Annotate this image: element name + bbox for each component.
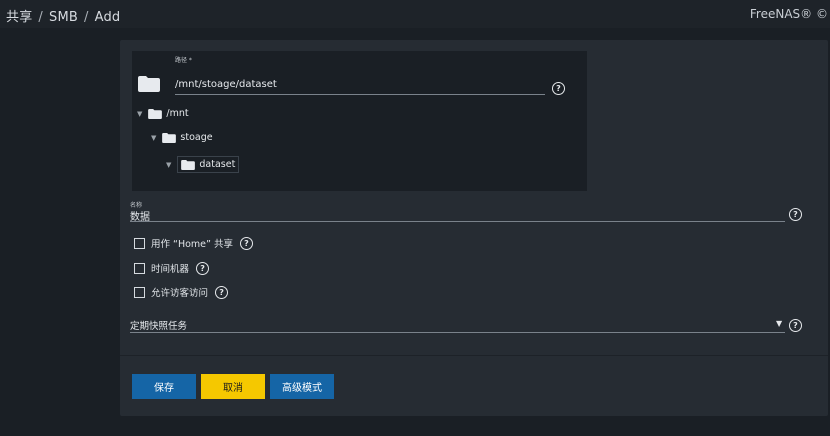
selected-node[interactable]: dataset xyxy=(177,156,240,173)
folder-icon xyxy=(181,159,196,170)
help-icon[interactable]: ? xyxy=(789,319,802,332)
breadcrumb-add: Add xyxy=(94,10,121,25)
breadcrumb-smb[interactable]: SMB xyxy=(49,10,78,25)
tree-node-stoage[interactable]: ▼ stoage xyxy=(151,132,213,143)
path-label: 路径 * xyxy=(175,57,192,64)
path-explorer: 路径 * /mnt/stoage/dataset ? ▼ /mnt ▼ stoa… xyxy=(132,51,587,191)
smb-form-card: 路径 * /mnt/stoage/dataset ? ▼ /mnt ▼ stoa… xyxy=(120,40,828,416)
advanced-mode-button[interactable]: 高级模式 xyxy=(270,374,334,399)
breadcrumb-separator: / xyxy=(84,10,89,25)
brand-label: FreeNAS® © xyxy=(749,7,828,21)
time-machine-option[interactable]: 时间机器 ? xyxy=(134,261,210,275)
time-machine-label[interactable]: 时间机器 xyxy=(151,261,189,275)
folder-icon xyxy=(138,76,160,92)
tree-node-label: /mnt xyxy=(166,108,189,119)
home-share-checkbox[interactable] xyxy=(134,237,145,249)
time-machine-checkbox[interactable] xyxy=(134,262,145,274)
help-icon[interactable]: ? xyxy=(215,285,229,299)
help-icon[interactable]: ? xyxy=(789,208,802,221)
name-input-underline xyxy=(130,221,785,222)
breadcrumb-separator: / xyxy=(38,10,43,25)
caret-down-icon[interactable]: ▼ xyxy=(166,161,171,169)
tree-node-dataset[interactable]: ▼ dataset xyxy=(166,156,240,173)
path-input-underline xyxy=(175,94,545,95)
breadcrumb-share[interactable]: 共享 xyxy=(6,10,32,25)
breadcrumb: 共享 / SMB / Add xyxy=(6,6,120,25)
save-button[interactable]: 保存 xyxy=(132,374,196,399)
folder-icon xyxy=(148,108,163,119)
folder-icon xyxy=(162,132,177,143)
home-share-option[interactable]: 用作 “Home” 共享 ? xyxy=(134,236,253,250)
path-input[interactable]: /mnt/stoage/dataset xyxy=(175,79,277,90)
home-share-label[interactable]: 用作 “Home” 共享 xyxy=(151,236,233,250)
tree-node-label: stoage xyxy=(180,132,213,143)
cancel-button[interactable]: 取消 xyxy=(201,374,265,399)
guest-access-option[interactable]: 允许访客访问 ? xyxy=(134,285,229,299)
top-bar: 共享 / SMB / Add FreeNAS® © xyxy=(0,0,830,28)
divider xyxy=(120,355,828,356)
snapshot-select-underline xyxy=(130,332,785,333)
snapshot-task-select[interactable]: 定期快照任务 xyxy=(130,318,187,332)
tree-node-mnt[interactable]: ▼ /mnt xyxy=(137,108,189,119)
help-icon[interactable]: ? xyxy=(239,236,253,250)
help-icon[interactable]: ? xyxy=(552,82,565,95)
caret-down-icon[interactable]: ▼ xyxy=(151,134,156,142)
tree-node-label: dataset xyxy=(199,159,236,170)
guest-access-label[interactable]: 允许访客访问 xyxy=(151,285,208,299)
help-icon[interactable]: ? xyxy=(196,261,210,275)
caret-down-icon[interactable]: ▼ xyxy=(137,110,142,118)
guest-access-checkbox[interactable] xyxy=(134,286,145,298)
chevron-down-icon[interactable]: ▼ xyxy=(776,319,782,328)
